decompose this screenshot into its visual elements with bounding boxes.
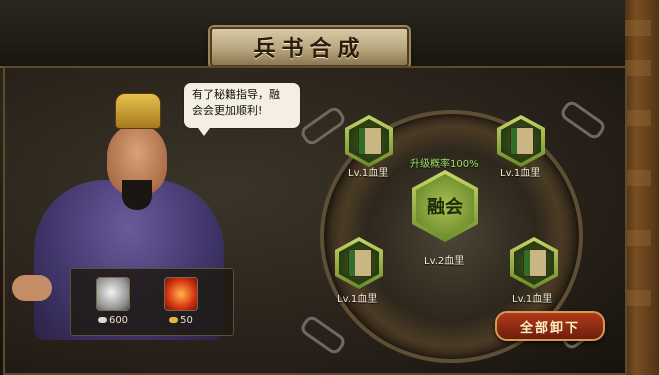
silver-cost-value: 600 xyxy=(108,315,129,326)
book-icon xyxy=(510,127,534,155)
fire-cost-value: 50 xyxy=(180,315,193,326)
book-icon xyxy=(358,127,382,155)
fire-icon xyxy=(164,277,198,311)
speech-line-2: 会会更加顺利! xyxy=(192,104,263,117)
book-icon xyxy=(523,249,547,277)
gold-coin-icon xyxy=(169,317,179,323)
result-level: Lv.2血里 xyxy=(424,256,465,267)
silver-cost: 600 xyxy=(93,277,133,326)
slot-level-bottom-left: Lv.1血里 xyxy=(337,294,378,305)
general-beard xyxy=(122,180,152,210)
fire-cost: 50 xyxy=(161,277,201,326)
speech-line-1: 有了秘籍指导，融 xyxy=(192,88,280,101)
slot-level-bottom-right: Lv.1血里 xyxy=(512,294,553,305)
title-plate: 兵书合成 xyxy=(210,27,409,67)
page-title: 兵书合成 xyxy=(253,36,366,62)
slot-level-top-right: Lv.1血里 xyxy=(500,168,541,179)
unload-all-button[interactable]: 全部卸下 xyxy=(495,311,605,341)
general-hand xyxy=(12,275,52,301)
success-rate: 升级概率100% xyxy=(410,159,479,170)
silver-icon xyxy=(96,277,130,311)
general-hat xyxy=(115,93,161,129)
cost-panel: 600 50 xyxy=(70,268,234,336)
book-icon xyxy=(348,249,372,277)
silver-coin-icon xyxy=(97,317,107,323)
speech-bubble: 有了秘籍指导，融 会会更加顺利! xyxy=(183,82,301,136)
slot-level-top-left: Lv.1血里 xyxy=(348,168,389,179)
fuse-label: 融会 xyxy=(416,174,474,238)
